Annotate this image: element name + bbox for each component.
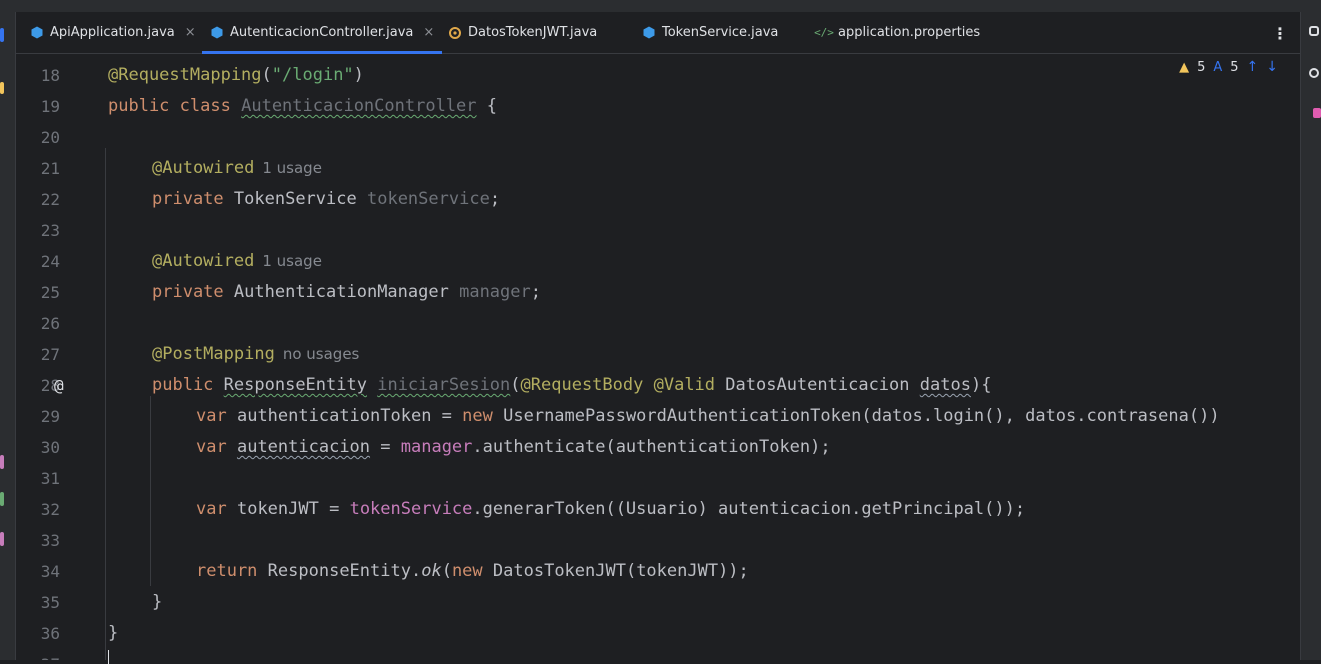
- code-text: }: [152, 592, 163, 612]
- tab-overflow-menu-icon[interactable]: ⋮: [1272, 24, 1288, 43]
- code-line: 34 return ResponseEntity.ok(new DatosTok…: [16, 556, 1300, 587]
- tool-strip-marker[interactable]: [0, 492, 4, 506]
- line-number: 18: [40, 66, 60, 85]
- code-text: public ResponseEntity iniciarSesion(@Req…: [152, 375, 992, 395]
- tab-label: ApiApplication.java: [50, 25, 175, 40]
- close-icon[interactable]: ×: [423, 25, 434, 40]
- line-number: 26: [40, 314, 60, 333]
- code-text: @PostMapping no usages: [152, 344, 360, 364]
- code-line: 32 var tokenJWT = tokenService.generarTo…: [16, 494, 1300, 525]
- code-line: 20: [16, 122, 1300, 153]
- code-text: var tokenJWT = tokenService.generarToken…: [196, 499, 1026, 519]
- code-line: 22 private TokenService tokenService;: [16, 184, 1300, 215]
- tab-label: TokenService.java: [662, 25, 779, 40]
- code-line: 29 var authenticationToken = new Usernam…: [16, 401, 1300, 432]
- code-line: 23: [16, 215, 1300, 246]
- java-record-icon: [448, 26, 462, 40]
- java-class-icon: [30, 26, 44, 40]
- code-line: 33: [16, 525, 1300, 556]
- line-number: 32: [40, 500, 60, 519]
- tab-api-application[interactable]: ApiApplication.java ×: [30, 12, 196, 53]
- code-editor[interactable]: ▲ 5 A5 ↑ ↓ 18 @RequestMapping("/login") 1…: [16, 55, 1300, 660]
- line-number: 37: [16, 649, 60, 660]
- line-number: 19: [40, 97, 60, 116]
- properties-icon: </>: [814, 26, 834, 39]
- tab-label: application.properties: [838, 25, 981, 40]
- plugin-icon[interactable]: [1313, 108, 1321, 118]
- line-number: 20: [40, 128, 60, 147]
- code-line: 27 @PostMapping no usages: [16, 339, 1300, 370]
- line-number: 36: [40, 624, 60, 643]
- code-line: 26: [16, 308, 1300, 339]
- line-number: 24: [40, 252, 60, 271]
- notifications-icon[interactable]: [1309, 26, 1319, 36]
- line-number: 30: [40, 438, 60, 457]
- code-line: 24 @Autowired 1 usage: [16, 246, 1300, 277]
- line-number: 23: [40, 221, 60, 240]
- tool-strip-marker[interactable]: [0, 532, 4, 546]
- code-text: return ResponseEntity.ok(new DatosTokenJ…: [196, 561, 749, 581]
- usage-hint[interactable]: 1 usage: [262, 252, 322, 270]
- code-line: 25 private AuthenticationManager manager…: [16, 277, 1300, 308]
- code-text: var authenticationToken = new UsernamePa…: [196, 406, 1220, 426]
- code-line: 28 @ public ResponseEntity iniciarSesion…: [16, 370, 1300, 401]
- java-class-icon: [642, 26, 656, 40]
- line-number: 27: [40, 345, 60, 364]
- tab-application-properties[interactable]: </> application.properties: [814, 12, 981, 53]
- code-line: 19 public class AutenticacionController …: [16, 91, 1300, 122]
- code-text: private TokenService tokenService;: [152, 189, 501, 209]
- line-number: 22: [40, 190, 60, 209]
- text-caret: [108, 650, 109, 664]
- line-number: 29: [40, 407, 60, 426]
- code-line: 30 var autenticacion = manager.authentic…: [16, 432, 1300, 463]
- code-text: }: [108, 623, 119, 643]
- line-number: 34: [40, 562, 60, 581]
- right-tool-strip: [1300, 12, 1321, 660]
- code-line: 21 @Autowired 1 usage: [16, 153, 1300, 184]
- code-text: @RequestMapping("/login"): [108, 65, 364, 85]
- code-text: public class AutenticacionController {: [108, 96, 498, 116]
- left-tool-strip: [0, 12, 16, 660]
- close-icon[interactable]: ×: [185, 25, 196, 40]
- line-number: 31: [40, 469, 60, 488]
- tab-datos-token-jwt[interactable]: DatosTokenJWT.java: [448, 12, 597, 53]
- usage-hint[interactable]: no usages: [283, 345, 360, 363]
- line-number: 35: [40, 593, 60, 612]
- line-number: 33: [40, 531, 60, 550]
- mapping-gutter-icon[interactable]: @: [54, 370, 64, 401]
- tool-strip-marker[interactable]: [0, 28, 4, 42]
- code-line: 37: [16, 649, 1300, 660]
- tool-strip-marker[interactable]: [0, 455, 4, 469]
- tab-label: AutenticacionController.java: [230, 25, 414, 40]
- java-class-icon: [210, 26, 224, 40]
- ai-assistant-icon[interactable]: [1309, 68, 1319, 78]
- usage-hint[interactable]: 1 usage: [262, 159, 322, 177]
- code-line: 35 }: [16, 587, 1300, 618]
- code-line: 18 @RequestMapping("/login"): [16, 60, 1300, 91]
- editor-tab-bar: ApiApplication.java × AutenticacionContr…: [16, 12, 1300, 54]
- line-number: 21: [40, 159, 60, 178]
- tab-label: DatosTokenJWT.java: [468, 25, 598, 40]
- window-top-strip: [0, 0, 1321, 12]
- code-line: 31: [16, 463, 1300, 494]
- code-text: @Autowired 1 usage: [152, 251, 322, 271]
- tool-strip-marker[interactable]: [0, 82, 4, 94]
- code-text: private AuthenticationManager manager;: [152, 282, 541, 302]
- tab-token-service[interactable]: TokenService.java: [642, 12, 778, 53]
- code-line: 36 }: [16, 618, 1300, 649]
- line-number: 25: [40, 283, 60, 302]
- code-text: var autenticacion = manager.authenticate…: [196, 437, 831, 457]
- tab-autenticacion-controller[interactable]: AutenticacionController.java ×: [201, 12, 443, 54]
- code-text: @Autowired 1 usage: [152, 158, 322, 178]
